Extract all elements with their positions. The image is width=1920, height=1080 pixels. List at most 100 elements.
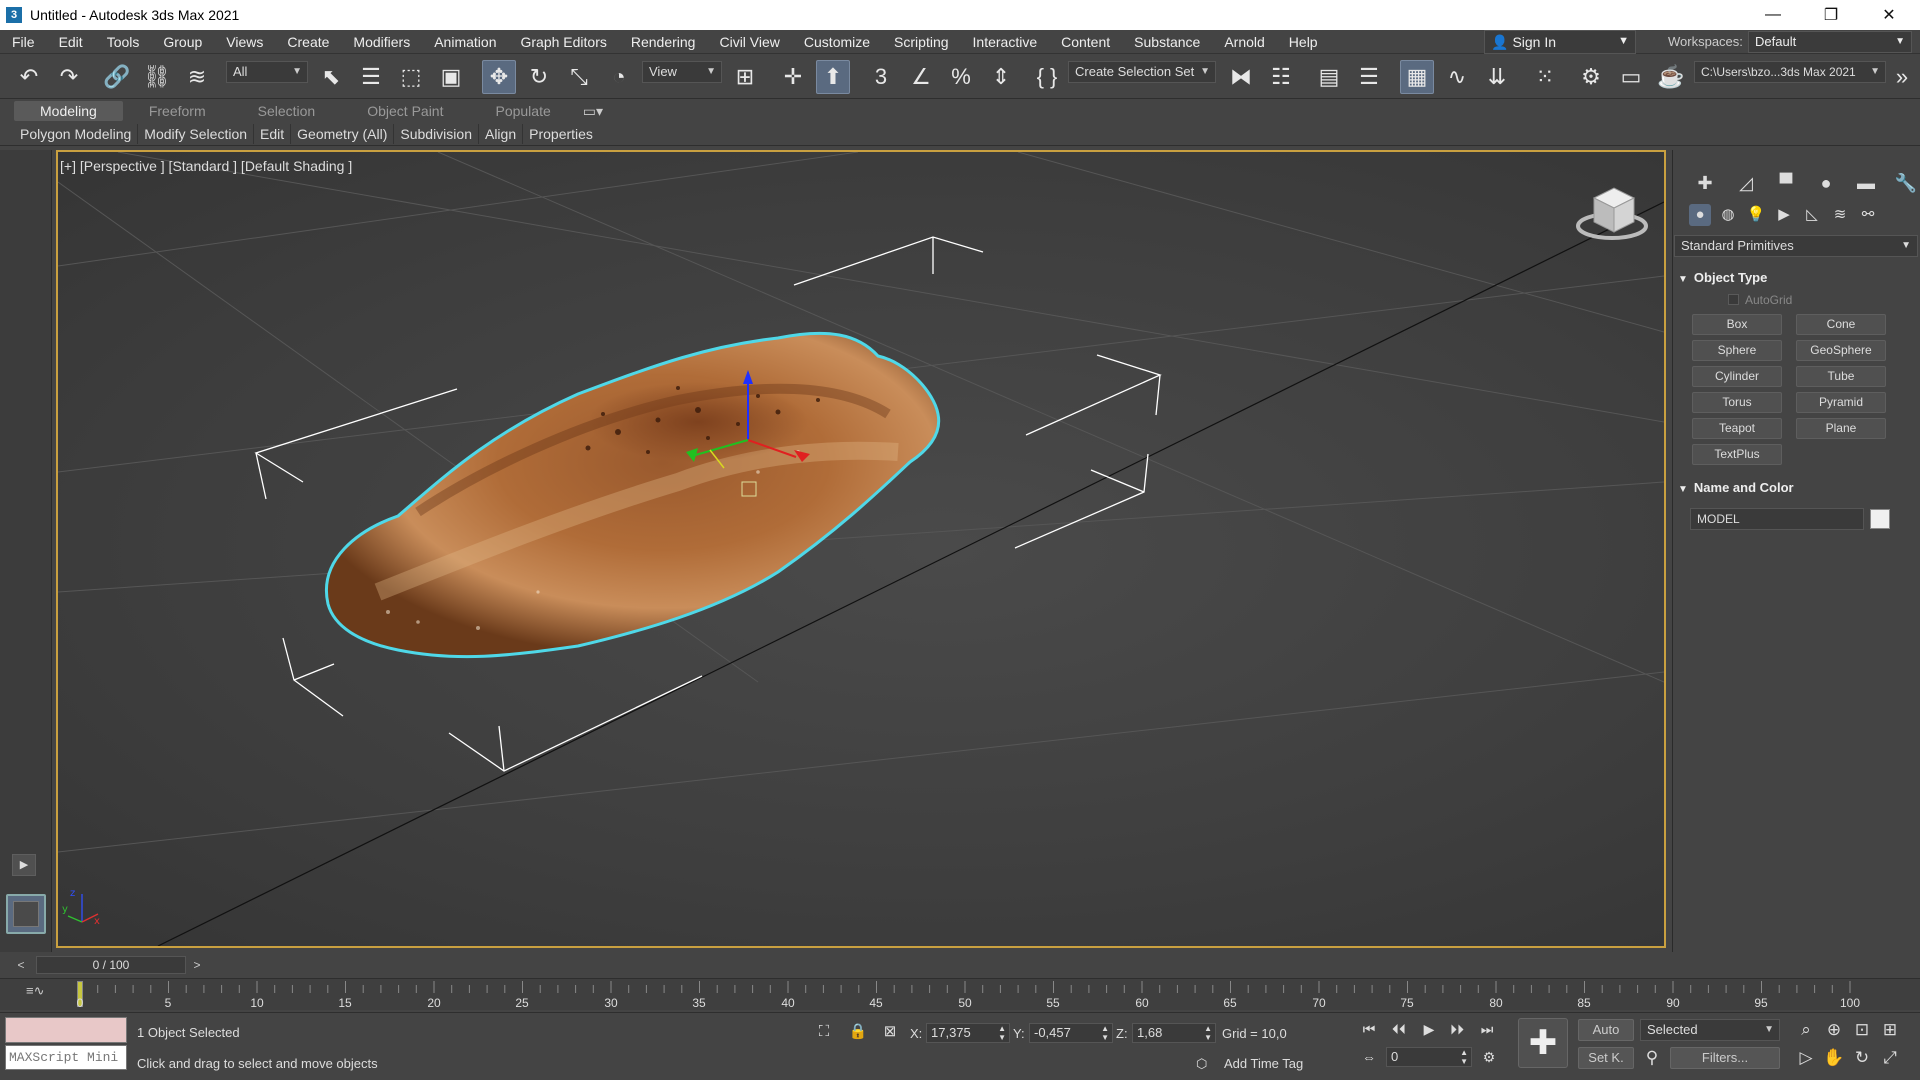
menu-tools[interactable]: Tools [95,30,152,54]
auto-key-button[interactable]: Auto [1578,1019,1634,1041]
select-object-icon[interactable]: ⬉ [314,60,348,94]
reference-coordinate-select[interactable]: View ▼ [642,61,722,83]
next-frame-button[interactable]: > [188,956,206,974]
window-crossing-icon[interactable]: ▣ [434,60,468,94]
maximize-viewport-icon[interactable]: ⤢ [1878,1046,1902,1070]
tab-freeform[interactable]: Freeform [123,101,232,121]
x-coordinate-field[interactable]: 17,375 ▲ ▼ [926,1023,1010,1043]
edit-named-selection-icon[interactable]: { } [1030,60,1064,94]
key-mode-toggle-icon[interactable]: ⇔ [1356,1046,1382,1068]
select-and-move-icon[interactable]: ✥ [482,60,516,94]
viewcube[interactable] [1576,187,1648,240]
keyboard-shortcut-override-icon[interactable]: ⬆ [816,60,850,94]
panel-edit[interactable]: Edit [254,123,292,144]
menu-graph-editors[interactable]: Graph Editors [508,30,618,54]
panel-modify-selection[interactable]: Modify Selection [138,123,255,144]
zoom-extents-icon[interactable]: ⊡ [1850,1018,1874,1042]
menu-content[interactable]: Content [1049,30,1122,54]
cylinder-button[interactable]: Cylinder [1692,366,1782,387]
close-icon[interactable]: ✕ [1860,0,1918,30]
menu-arnold[interactable]: Arnold [1212,30,1276,54]
isolate-selection-icon[interactable]: ⛶ [812,1020,836,1044]
selection-filter-select[interactable]: All ▼ [226,61,308,83]
zoom-icon[interactable]: ⌕ [1794,1018,1818,1042]
orbit-icon[interactable]: ↻ [1850,1046,1874,1070]
name-and-color-rollout-header[interactable]: ▼ Name and Color [1678,480,1794,495]
link-icon[interactable]: 🔗 [100,60,134,94]
minimize-icon[interactable]: — [1744,0,1802,30]
autogrid-checkbox[interactable]: AutoGrid [1728,293,1792,307]
scene-explorer-icon[interactable]: ▤ [1312,60,1346,94]
current-frame-field[interactable]: 0 ▲ ▼ [1386,1047,1472,1067]
restore-icon[interactable]: ❐ [1802,0,1860,30]
mirror-icon[interactable]: ⧓ [1224,60,1258,94]
select-by-name-icon[interactable]: ☰ [354,60,388,94]
panel-subdivision[interactable]: Subdivision [394,123,479,144]
menu-rendering[interactable]: Rendering [619,30,708,54]
perspective-viewport[interactable]: x z y [56,150,1666,948]
spinner-icon[interactable]: ▲ ▼ [1460,1048,1468,1066]
menu-group[interactable]: Group [151,30,214,54]
selection-lock-icon[interactable]: 🔒 [846,1020,870,1044]
torus-button[interactable]: Torus [1692,392,1782,413]
zoom-extents-all-icon[interactable]: ⊞ [1878,1018,1902,1042]
add-time-tag-button[interactable]: Add Time Tag [1224,1056,1303,1071]
time-configuration-icon[interactable]: ⚙ [1476,1046,1502,1068]
helpers-category-icon[interactable]: ◺ [1801,204,1823,226]
object-color-swatch[interactable] [1870,509,1890,529]
tab-modeling[interactable]: Modeling [14,101,123,121]
viewport-layout-thumbnail[interactable] [6,894,46,934]
expand-layout-icon[interactable]: ▶ [12,854,36,876]
z-coordinate-field[interactable]: 1,68 ▲ ▼ [1132,1023,1216,1043]
menu-substance[interactable]: Substance [1122,30,1212,54]
textplus-button[interactable]: TextPlus [1692,444,1782,465]
zoom-all-icon[interactable]: ⊕ [1822,1018,1846,1042]
pan-view-icon[interactable]: ✋ [1822,1046,1846,1070]
pyramid-button[interactable]: Pyramid [1796,392,1886,413]
menu-edit[interactable]: Edit [47,30,95,54]
panel-geometry-all[interactable]: Geometry (All) [291,123,395,144]
sign-in-dropdown[interactable]: 👤 Sign In ▼ [1484,30,1636,54]
panel-align[interactable]: Align [479,123,524,144]
align-icon[interactable]: ☷ [1264,60,1298,94]
previous-frame-icon[interactable]: ⏴⏴ [1386,1018,1412,1040]
go-to-start-icon[interactable]: ⏮ [1356,1018,1382,1040]
field-of-view-icon[interactable]: ▷ [1794,1046,1818,1070]
tab-selection[interactable]: Selection [232,101,342,121]
layer-explorer-icon[interactable]: ☰ [1352,60,1386,94]
select-and-scale-icon[interactable]: ⤡ [562,60,596,94]
snaps-toggle-icon[interactable]: 3 [864,60,898,94]
ribbon-options-icon[interactable]: ▭▾ [577,101,609,121]
hierarchy-panel-icon[interactable]: ▀ [1773,170,1799,196]
set-key-icon[interactable]: ✚ [1518,1018,1568,1068]
maxscript-mini-input[interactable]: MAXScript Mini [5,1045,127,1070]
redo-icon[interactable]: ↷ [52,60,86,94]
spinner-icon[interactable]: ▲ ▼ [998,1024,1006,1042]
schematic-view-icon[interactable]: ⇊ [1480,60,1514,94]
panel-polygon-modeling[interactable]: Polygon Modeling [14,123,139,144]
key-filter-select[interactable]: Selected ▼ [1640,1019,1780,1041]
menu-file[interactable]: File [0,30,47,54]
spinner-icon[interactable]: ▲ ▼ [1101,1024,1109,1042]
prev-frame-button[interactable]: < [12,956,30,974]
percent-snap-icon[interactable]: % [944,60,978,94]
teapot-button[interactable]: Teapot [1692,418,1782,439]
box-button[interactable]: Box [1692,314,1782,335]
toolbar-overflow-icon[interactable]: » [1888,60,1916,94]
menu-create[interactable]: Create [275,30,341,54]
y-coordinate-field[interactable]: -0,457 ▲ ▼ [1029,1023,1113,1043]
display-panel-icon[interactable]: ▬ [1853,170,1879,196]
angle-snap-icon[interactable]: ∠ [904,60,938,94]
time-slider-track[interactable]: < > [0,954,1920,976]
tube-button[interactable]: Tube [1796,366,1886,387]
create-panel-icon[interactable]: ✚ [1692,170,1718,196]
menu-civil-view[interactable]: Civil View [707,30,791,54]
render-production-icon[interactable]: ☕ [1654,60,1688,94]
lights-category-icon[interactable]: 💡 [1745,204,1767,226]
menu-animation[interactable]: Animation [422,30,508,54]
workspace-select[interactable]: Default ▼ [1748,31,1912,53]
undo-icon[interactable]: ↶ [12,60,46,94]
maxscript-listener-output[interactable] [5,1017,127,1043]
rectangular-selection-icon[interactable]: ⬚ [394,60,428,94]
unlink-icon[interactable]: ⛓ [140,60,174,94]
